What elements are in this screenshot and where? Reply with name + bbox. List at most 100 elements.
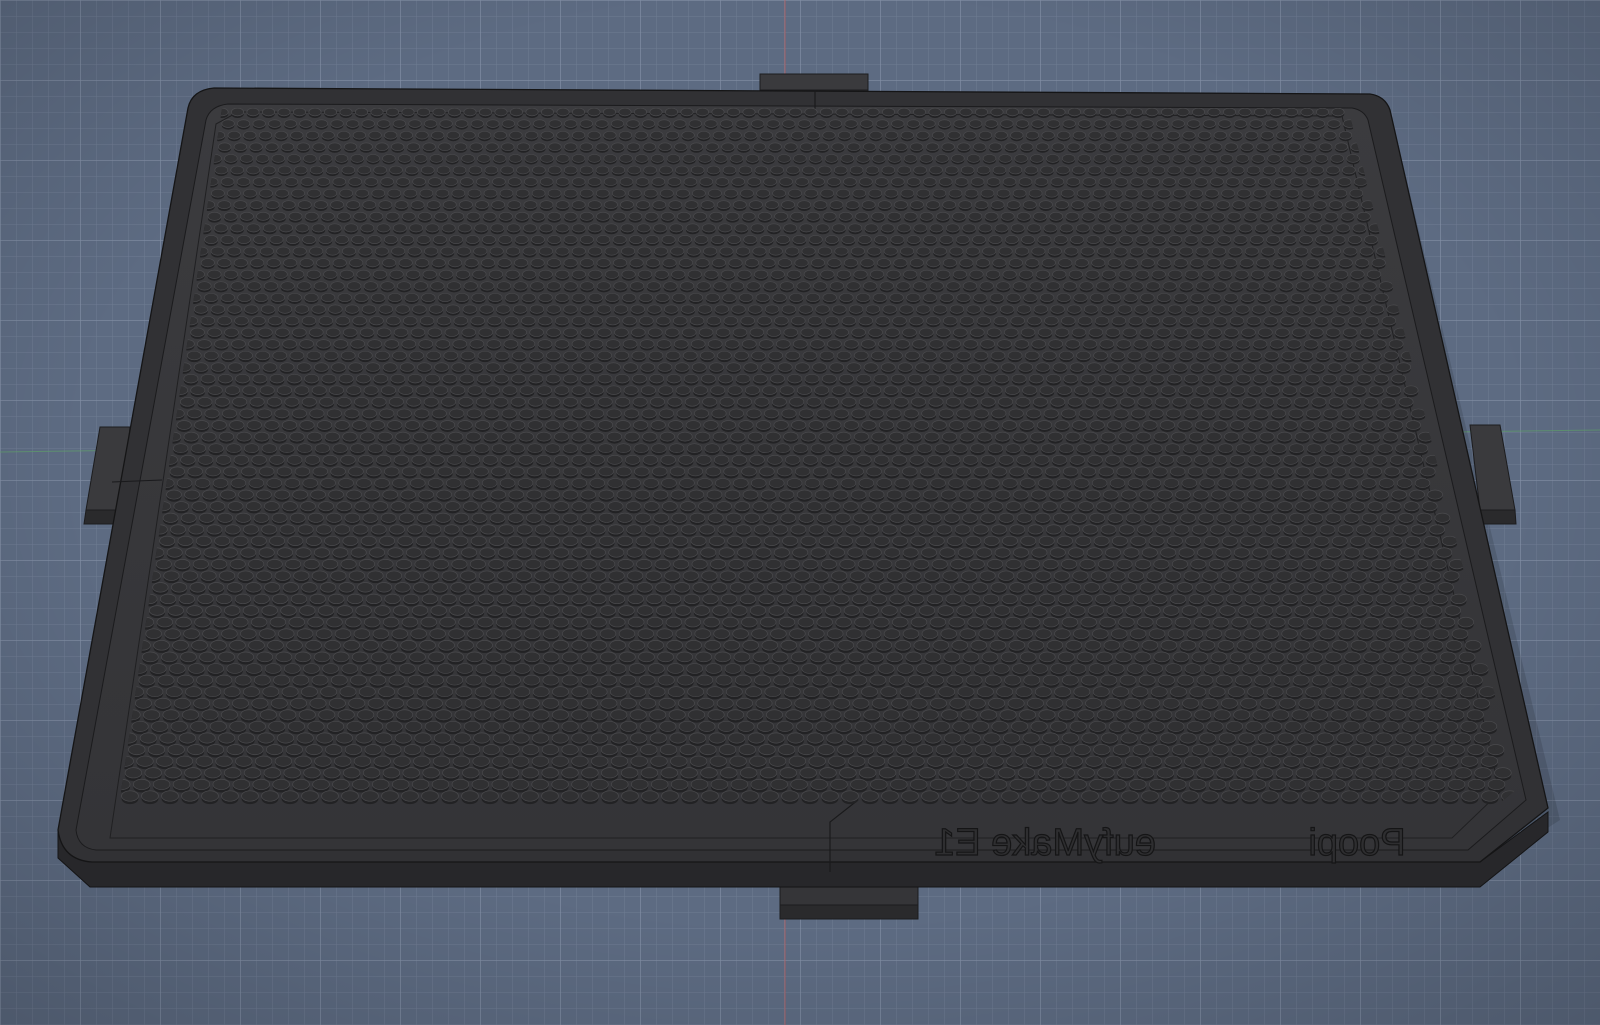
peg	[1176, 767, 1194, 779]
peg	[606, 431, 623, 442]
peg	[165, 686, 183, 698]
peg	[1282, 420, 1298, 430]
peg	[555, 223, 570, 233]
peg	[1070, 235, 1085, 244]
peg	[950, 558, 967, 570]
peg	[204, 767, 222, 779]
peg	[1420, 651, 1438, 663]
peg	[744, 385, 760, 395]
peg	[695, 431, 711, 442]
peg	[307, 720, 325, 732]
peg	[308, 108, 322, 117]
peg	[580, 373, 596, 384]
peg	[501, 767, 520, 779]
peg	[406, 397, 422, 407]
peg	[699, 177, 714, 186]
peg	[292, 489, 308, 500]
peg	[881, 605, 898, 616]
peg	[207, 327, 222, 337]
peg	[853, 269, 868, 279]
peg	[414, 408, 430, 419]
peg	[891, 119, 905, 128]
peg	[202, 628, 219, 639]
peg	[1342, 165, 1356, 175]
peg	[284, 397, 300, 407]
peg	[929, 616, 947, 628]
peg	[899, 686, 917, 698]
peg	[502, 362, 518, 372]
peg	[966, 362, 982, 372]
peg	[537, 339, 553, 349]
peg	[1198, 512, 1215, 523]
peg	[596, 211, 610, 221]
peg	[1212, 350, 1228, 361]
peg	[354, 292, 369, 303]
peg	[236, 431, 252, 442]
peg	[459, 200, 473, 210]
peg	[681, 327, 697, 337]
peg	[252, 778, 270, 790]
peg	[617, 535, 634, 546]
peg	[955, 466, 972, 477]
peg	[554, 385, 570, 395]
peg	[367, 339, 382, 349]
peg	[1447, 744, 1465, 756]
peg	[650, 420, 666, 430]
peg	[1146, 211, 1161, 221]
peg	[580, 489, 597, 500]
peg	[467, 385, 483, 395]
peg	[1236, 767, 1254, 779]
peg	[1125, 154, 1139, 163]
peg	[212, 697, 230, 709]
peg	[456, 663, 474, 674]
peg	[185, 686, 202, 698]
peg	[1150, 339, 1166, 349]
peg	[541, 767, 559, 779]
peg	[371, 778, 390, 790]
peg	[1340, 292, 1356, 303]
peg	[190, 385, 206, 395]
peg	[957, 686, 975, 698]
peg	[425, 223, 440, 233]
print-tray[interactable]	[57, 87, 1549, 888]
peg	[591, 778, 609, 790]
peg	[1097, 558, 1114, 570]
peg	[303, 663, 320, 674]
peg	[1313, 535, 1330, 546]
peg	[1201, 373, 1217, 384]
peg	[431, 258, 446, 268]
peg	[841, 235, 856, 244]
peg	[548, 142, 562, 152]
peg	[930, 697, 947, 709]
peg	[634, 466, 650, 477]
peg	[494, 350, 510, 361]
peg	[1413, 593, 1430, 605]
peg	[621, 790, 639, 802]
peg	[648, 663, 665, 674]
peg	[470, 316, 485, 326]
3d-viewport[interactable]: eufyMake E1 Poopi	[0, 0, 1600, 1025]
peg	[767, 582, 784, 593]
peg	[1151, 235, 1166, 244]
peg	[734, 674, 752, 686]
peg	[683, 177, 698, 186]
peg	[1166, 130, 1180, 140]
peg	[1406, 570, 1423, 581]
peg	[247, 281, 262, 291]
peg	[897, 501, 913, 512]
peg	[878, 420, 895, 430]
peg	[804, 582, 821, 593]
peg	[492, 755, 510, 767]
peg	[274, 130, 288, 140]
peg	[1375, 593, 1392, 605]
peg	[131, 720, 149, 732]
peg	[166, 547, 183, 558]
peg	[242, 385, 258, 395]
peg	[407, 524, 424, 535]
peg	[292, 674, 310, 686]
peg	[837, 130, 852, 140]
peg	[217, 373, 233, 384]
peg	[810, 258, 826, 268]
peg	[921, 628, 939, 639]
peg	[277, 385, 292, 395]
